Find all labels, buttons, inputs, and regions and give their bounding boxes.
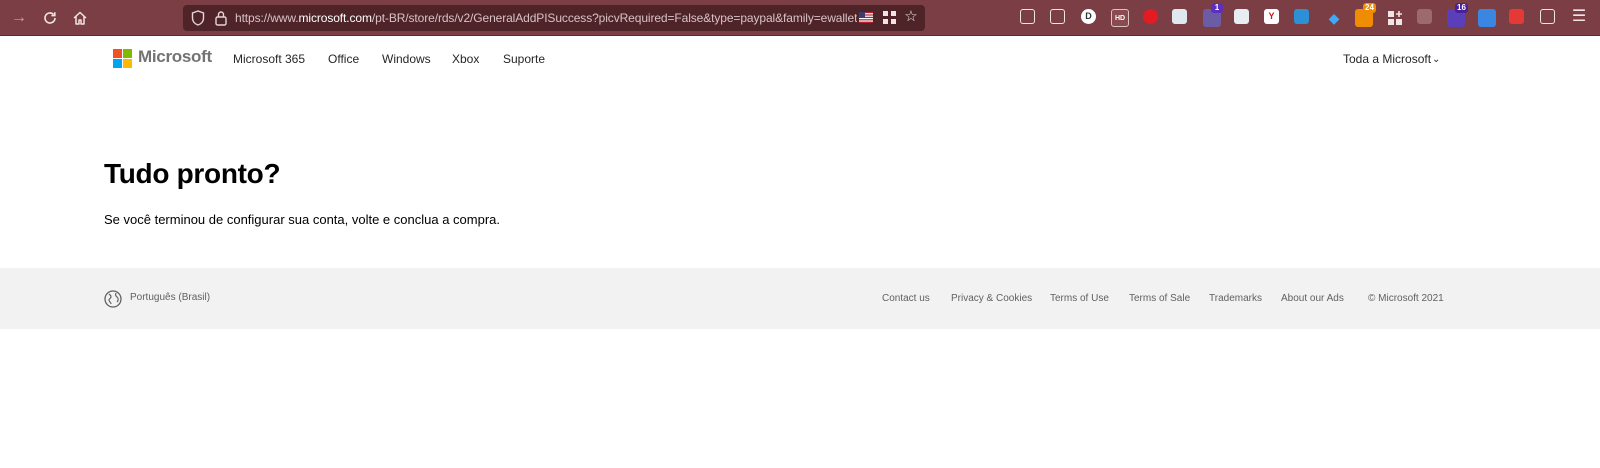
forward-icon[interactable]: → [9,8,29,28]
extension-gray-icon[interactable] [1417,9,1432,24]
url-path: /pt-BR/store/rds/v2/GeneralAddPISuccess?… [371,11,857,25]
nav-xbox[interactable]: Xbox [452,51,479,67]
extension-bars-icon[interactable]: 1 [1203,3,1223,27]
extension-window-icon[interactable] [1540,9,1555,24]
footer-link-terms-of-sale[interactable]: Terms of Sale [1129,292,1190,306]
extension-y-icon[interactable]: Y [1264,9,1279,24]
nav-office[interactable]: Office [328,51,359,67]
footer-link-contact[interactable]: Contact us [882,292,930,306]
url-text[interactable]: https://www.microsoft.com/pt-BR/store/rd… [235,5,857,31]
extension-badge: 1 [1211,3,1223,13]
flag-icon[interactable] [859,12,873,23]
extension-square-icon[interactable] [1234,9,1249,24]
reader-icon[interactable] [1050,9,1065,24]
footer-link-terms-of-use[interactable]: Terms of Use [1050,292,1109,306]
shield-icon[interactable] [191,10,205,26]
nav-windows[interactable]: Windows [382,51,431,67]
extension-pencil-icon[interactable] [1478,9,1496,27]
footer-link-about-ads[interactable]: About our Ads [1281,292,1344,306]
extension-badge: 16 [1455,3,1468,13]
site-header: Microsoft Microsoft 365 Office Windows X… [0,37,1600,83]
extension-red-icon[interactable] [1143,9,1158,24]
page-message: Se você terminou de configurar sua conta… [104,212,500,227]
chevron-down-icon[interactable]: ⌄ [1432,51,1440,69]
nav-suporte[interactable]: Suporte [503,51,545,67]
microsoft-logo-icon[interactable] [113,49,132,68]
lock-icon[interactable] [214,10,228,26]
all-microsoft-menu[interactable]: Toda a Microsoft [1343,51,1431,67]
nav-microsoft-365[interactable]: Microsoft 365 [233,51,305,67]
brand-name[interactable]: Microsoft [138,45,212,69]
globe-icon[interactable] [104,290,122,308]
footer-link-trademarks[interactable]: Trademarks [1209,292,1262,306]
site-footer: Português (Brasil) Contact us Privacy & … [0,268,1600,329]
footer-link-privacy[interactable]: Privacy & Cookies [951,292,1032,306]
diamond-icon[interactable]: ◆ [1325,9,1343,27]
url-domain: microsoft.com [298,11,372,25]
extension-blue-icon[interactable] [1294,9,1309,24]
extension-shield-icon[interactable] [1172,9,1187,24]
extension-badge: 24 [1363,3,1376,13]
extension-d-icon[interactable]: D [1081,9,1096,24]
hd-icon[interactable]: HD [1111,9,1129,27]
bookmark-star-icon[interactable]: ☆ [903,9,919,25]
extension-camera-icon[interactable] [1509,9,1524,24]
browser-toolbar: → https://www.microsoft.com/pt-BR/store/… [0,0,1600,36]
menu-icon[interactable]: ☰ [1570,8,1588,26]
language-selector[interactable]: Português (Brasil) [130,291,210,305]
address-bar[interactable]: https://www.microsoft.com/pt-BR/store/rd… [183,5,925,31]
page-title: Tudo pronto? [104,158,281,189]
footer-copyright: © Microsoft 2021 [1368,293,1444,304]
pocket-icon[interactable] [1020,9,1035,24]
extension-purple-icon[interactable]: 16 [1447,3,1468,27]
reload-icon[interactable] [40,8,60,28]
url-prefix: https://www. [235,11,299,25]
extensions-icon[interactable] [1386,9,1404,27]
grid-icon[interactable] [883,11,896,24]
home-icon[interactable] [70,8,90,28]
extension-orange-icon[interactable]: 24 [1355,3,1376,27]
